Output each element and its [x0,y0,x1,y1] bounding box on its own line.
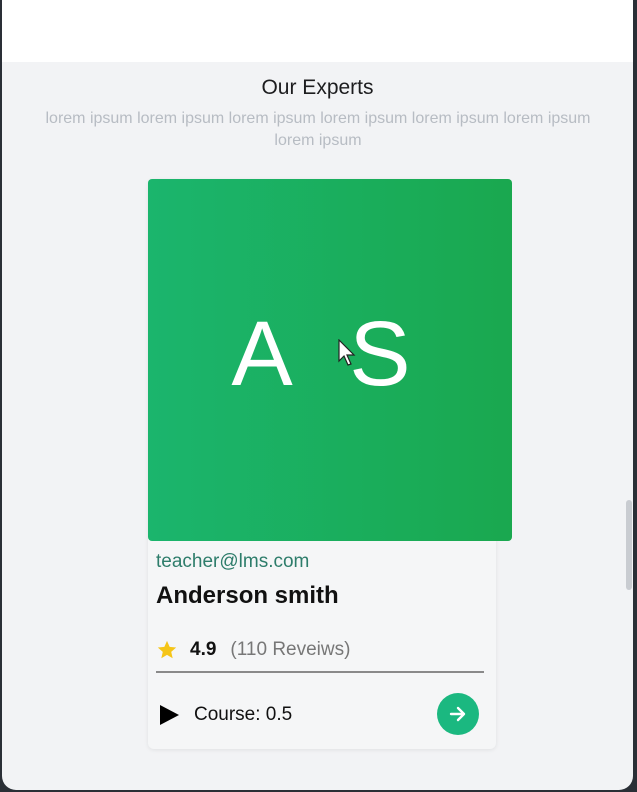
course-count: Course: 0.5 [194,704,293,725]
rating-value: 4.9 [190,639,217,660]
expert-email[interactable]: teacher@lms.com [156,551,309,573]
star-icon [157,640,177,659]
avatar-initials: A S [231,303,429,405]
view-expert-button[interactable] [437,693,479,735]
expert-name: Anderson smith [156,582,339,609]
avatar: A S [148,179,512,541]
arrow-right-icon [449,706,466,722]
top-bar [2,0,633,62]
course-row: Course: 0.5 [158,701,292,729]
mouse-cursor-icon [338,339,356,366]
scrollbar[interactable] [626,500,632,590]
divider [156,671,484,673]
play-icon [160,705,179,725]
section-title: Our Experts [261,76,374,99]
review-count: (110 Reveiws) [230,639,351,660]
page-frame: Our Experts lorem ipsum lorem ipsum lore… [2,0,633,790]
expert-card[interactable]: A S teacher@lms.com Anderson smith 4.9 (… [148,179,512,749]
section-subtitle: lorem ipsum lorem ipsum lorem ipsum lore… [45,110,591,149]
rating-row: 4.9 (110 Reveiws) [156,637,350,663]
